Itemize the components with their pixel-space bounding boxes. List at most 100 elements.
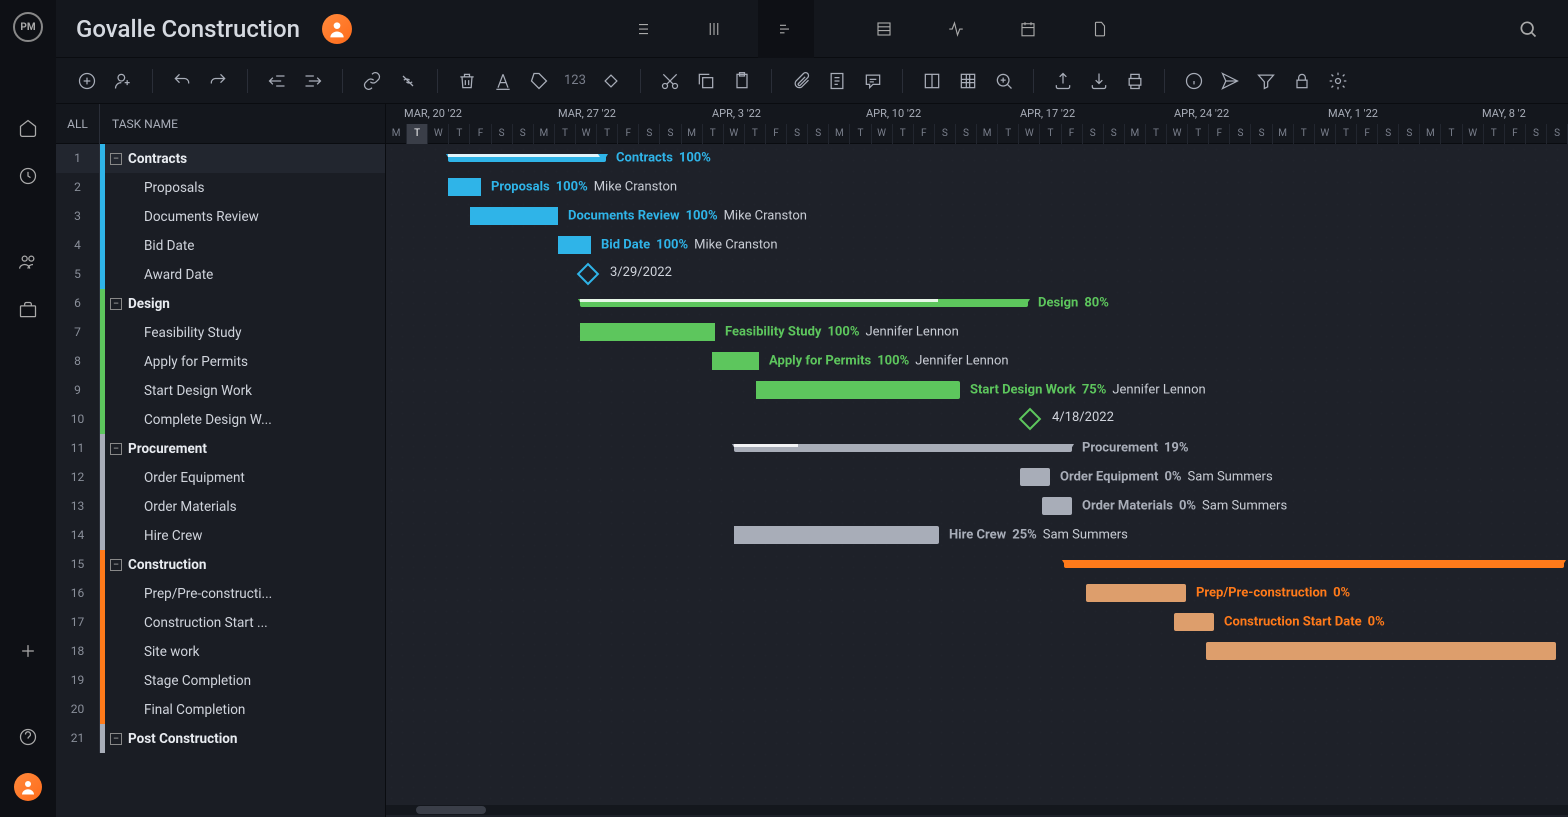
task-row[interactable]: 10 Complete Design W...: [56, 405, 385, 434]
unlink-icon[interactable]: [397, 70, 419, 92]
task-row[interactable]: 8 Apply for Permits: [56, 347, 385, 376]
zoom-icon[interactable]: [993, 70, 1015, 92]
note-icon[interactable]: [826, 70, 848, 92]
expand-icon[interactable]: −: [110, 298, 122, 310]
column-all[interactable]: ALL: [56, 104, 100, 144]
add-user-icon[interactable]: [112, 70, 134, 92]
gantt-summary-bar[interactable]: Procurement19%: [734, 444, 1072, 452]
outdent-icon[interactable]: [266, 70, 288, 92]
task-row[interactable]: 6 − Design: [56, 289, 385, 318]
task-row[interactable]: 9 Start Design Work: [56, 376, 385, 405]
gantt-panel: MAR, 20 '22MAR, 27 '22APR, 3 '22APR, 10 …: [386, 104, 1568, 817]
view-activity-icon[interactable]: [928, 0, 984, 58]
day-cell: S: [513, 124, 534, 144]
recent-icon[interactable]: [16, 164, 40, 188]
expand-icon[interactable]: −: [110, 559, 122, 571]
column-task-name[interactable]: TASK NAME: [100, 117, 385, 131]
task-row[interactable]: 19 Stage Completion: [56, 666, 385, 695]
app-logo[interactable]: PM: [13, 12, 43, 42]
task-row[interactable]: 21 − Post Construction: [56, 724, 385, 753]
filter-icon[interactable]: [1255, 70, 1277, 92]
expand-icon[interactable]: −: [110, 733, 122, 745]
row-number: 19: [56, 666, 100, 695]
link-icon[interactable]: [361, 70, 383, 92]
gantt-milestone[interactable]: [577, 263, 600, 286]
add-task-icon[interactable]: [76, 70, 98, 92]
team-icon[interactable]: [16, 250, 40, 274]
user-avatar-small[interactable]: [14, 773, 42, 801]
expand-icon[interactable]: −: [110, 443, 122, 455]
paste-icon[interactable]: [731, 70, 753, 92]
task-row[interactable]: 12 Order Equipment: [56, 463, 385, 492]
gantt-task-bar[interactable]: Start Design Work75%Jennifer Lennon: [756, 381, 960, 399]
task-row[interactable]: 7 Feasibility Study: [56, 318, 385, 347]
view-doc-icon[interactable]: [1072, 0, 1128, 58]
project-avatar[interactable]: [322, 14, 352, 44]
text-format-icon[interactable]: [492, 70, 514, 92]
day-cell: S: [1230, 124, 1251, 144]
send-icon[interactable]: [1219, 70, 1241, 92]
gantt-task-bar[interactable]: Proposals100%Mike Cranston: [448, 178, 481, 196]
search-icon[interactable]: [1508, 19, 1548, 39]
gantt-task-bar[interactable]: [1206, 642, 1556, 660]
expand-icon[interactable]: −: [110, 153, 122, 165]
indent-icon[interactable]: [302, 70, 324, 92]
briefcase-icon[interactable]: [16, 298, 40, 322]
task-row[interactable]: 16 Prep/Pre-constructi...: [56, 579, 385, 608]
task-row[interactable]: 18 Site work: [56, 637, 385, 666]
delete-icon[interactable]: [456, 70, 478, 92]
undo-icon[interactable]: [171, 70, 193, 92]
horizontal-scrollbar[interactable]: [386, 805, 1568, 815]
add-icon[interactable]: [16, 639, 40, 663]
copy-icon[interactable]: [695, 70, 717, 92]
diamond-icon[interactable]: [600, 70, 622, 92]
print-icon[interactable]: [1124, 70, 1146, 92]
attach-icon[interactable]: [790, 70, 812, 92]
comment-icon[interactable]: [862, 70, 884, 92]
task-row[interactable]: 3 Documents Review: [56, 202, 385, 231]
gantt-task-bar[interactable]: Bid Date100%Mike Cranston: [558, 236, 591, 254]
info-icon[interactable]: [1183, 70, 1205, 92]
help-icon[interactable]: [16, 725, 40, 749]
task-row[interactable]: 1 − Contracts: [56, 144, 385, 173]
gantt-milestone[interactable]: [1019, 408, 1042, 431]
task-row[interactable]: 14 Hire Crew: [56, 521, 385, 550]
share-icon[interactable]: [1088, 70, 1110, 92]
columns-icon[interactable]: [921, 70, 943, 92]
task-row[interactable]: 13 Order Materials: [56, 492, 385, 521]
cut-icon[interactable]: [659, 70, 681, 92]
task-row[interactable]: 2 Proposals: [56, 173, 385, 202]
task-name: Post Construction: [128, 731, 385, 747]
gantt-task-bar[interactable]: Prep/Pre-construction0%: [1086, 584, 1186, 602]
task-row[interactable]: 4 Bid Date: [56, 231, 385, 260]
row-color-bar: [100, 202, 105, 231]
task-row[interactable]: 11 − Procurement: [56, 434, 385, 463]
task-row[interactable]: 5 Award Date: [56, 260, 385, 289]
home-icon[interactable]: [16, 116, 40, 140]
gantt-task-bar[interactable]: Hire Crew25%Sam Summers: [734, 526, 939, 544]
tag-icon[interactable]: [528, 70, 550, 92]
settings-icon[interactable]: [1327, 70, 1349, 92]
gantt-task-bar[interactable]: Construction Start Date0%: [1174, 613, 1214, 631]
redo-icon[interactable]: [207, 70, 229, 92]
export-icon[interactable]: [1052, 70, 1074, 92]
gantt-body[interactable]: Contracts100% Proposals100%Mike Cranston…: [386, 144, 1568, 817]
gantt-summary-bar[interactable]: Design80%: [580, 299, 1028, 307]
view-calendar-icon[interactable]: [1000, 0, 1056, 58]
gantt-task-bar[interactable]: Feasibility Study100%Jennifer Lennon: [580, 323, 715, 341]
view-gantt-icon[interactable]: [758, 0, 814, 58]
gantt-task-bar[interactable]: Documents Review100%Mike Cranston: [470, 207, 558, 225]
gantt-task-bar[interactable]: Apply for Permits100%Jennifer Lennon: [712, 352, 759, 370]
view-sheet-icon[interactable]: [856, 0, 912, 58]
task-row[interactable]: 20 Final Completion: [56, 695, 385, 724]
lock-icon[interactable]: [1291, 70, 1313, 92]
gantt-task-bar[interactable]: Order Materials0%Sam Summers: [1042, 497, 1072, 515]
gantt-task-bar[interactable]: Order Equipment0%Sam Summers: [1020, 468, 1050, 486]
grid-icon[interactable]: [957, 70, 979, 92]
gantt-summary-bar[interactable]: Contracts100%: [448, 154, 606, 162]
view-board-icon[interactable]: [686, 0, 742, 58]
gantt-summary-bar[interactable]: [1064, 560, 1564, 568]
task-row[interactable]: 15 − Construction: [56, 550, 385, 579]
view-list-icon[interactable]: [614, 0, 670, 58]
task-row[interactable]: 17 Construction Start ...: [56, 608, 385, 637]
